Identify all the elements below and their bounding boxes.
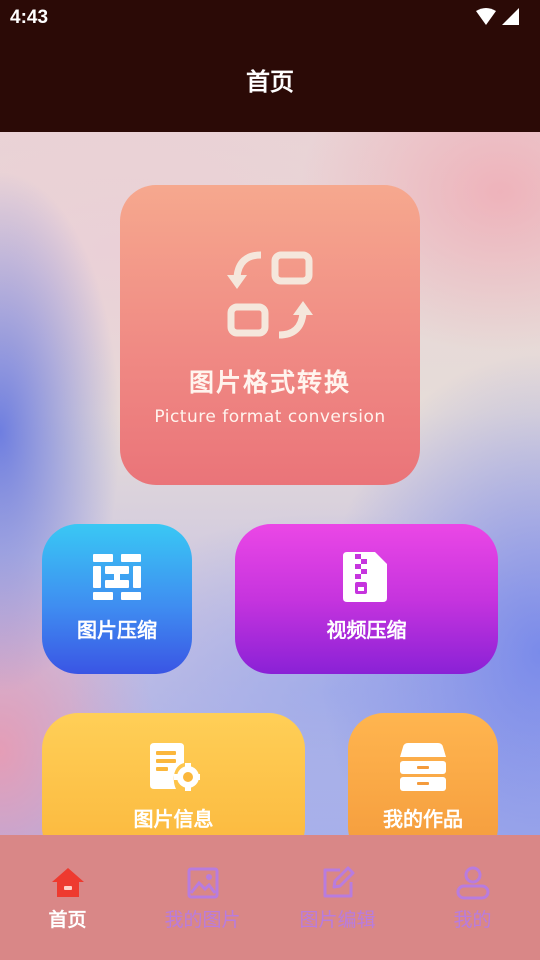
page-title: 首页 (246, 68, 294, 96)
video-compress-card[interactable]: 视频压缩 (235, 524, 498, 674)
home-content[interactable]: 图片格式转换 Picture format conversion 图片压缩 视频… (0, 132, 540, 835)
format-conversion-title: 图片格式转换 (188, 368, 351, 397)
format-conversion-subtitle: Picture format conversion (154, 407, 386, 427)
cabinet-icon (400, 743, 446, 791)
image-compress-icon (93, 554, 141, 600)
my-works-title: 我的作品 (383, 807, 463, 831)
status-icons (476, 8, 519, 25)
battery-signal-icon (502, 8, 519, 25)
tab-mine-label: 我的 (453, 909, 492, 931)
tab-image-edit[interactable]: 图片编辑 (270, 835, 405, 960)
video-compress-title: 视频压缩 (326, 618, 407, 642)
my-works-card[interactable]: 我的作品 (348, 713, 498, 835)
status-time: 4:43 (10, 7, 49, 28)
tab-my-pictures-label: 我的图片 (164, 909, 241, 931)
status-bar: 4:43 (0, 0, 540, 36)
app-header: 首页 (0, 36, 540, 132)
tab-home-label: 首页 (48, 909, 87, 931)
format-convert-icon (227, 251, 313, 339)
image-info-title: 图片信息 (133, 807, 214, 831)
image-info-card[interactable]: 图片信息 (42, 713, 305, 835)
zip-file-icon (343, 552, 387, 602)
edit-icon (323, 866, 354, 898)
document-settings-icon (150, 743, 200, 791)
image-compress-title: 图片压缩 (77, 618, 157, 642)
image-compress-card[interactable]: 图片压缩 (42, 524, 192, 674)
picture-icon (187, 867, 218, 899)
tab-image-edit-label: 图片编辑 (299, 909, 376, 931)
tab-my-pictures[interactable]: 我的图片 (135, 835, 270, 960)
user-icon (456, 866, 489, 900)
bottom-tab-bar: 首页 我的图片 图片编辑 我的 (0, 835, 540, 960)
tab-mine[interactable]: 我的 (405, 835, 540, 960)
home-icon (51, 868, 84, 897)
wifi-icon (476, 8, 496, 25)
tab-home[interactable]: 首页 (0, 835, 135, 960)
format-conversion-card[interactable]: 图片格式转换 Picture format conversion (120, 185, 420, 485)
